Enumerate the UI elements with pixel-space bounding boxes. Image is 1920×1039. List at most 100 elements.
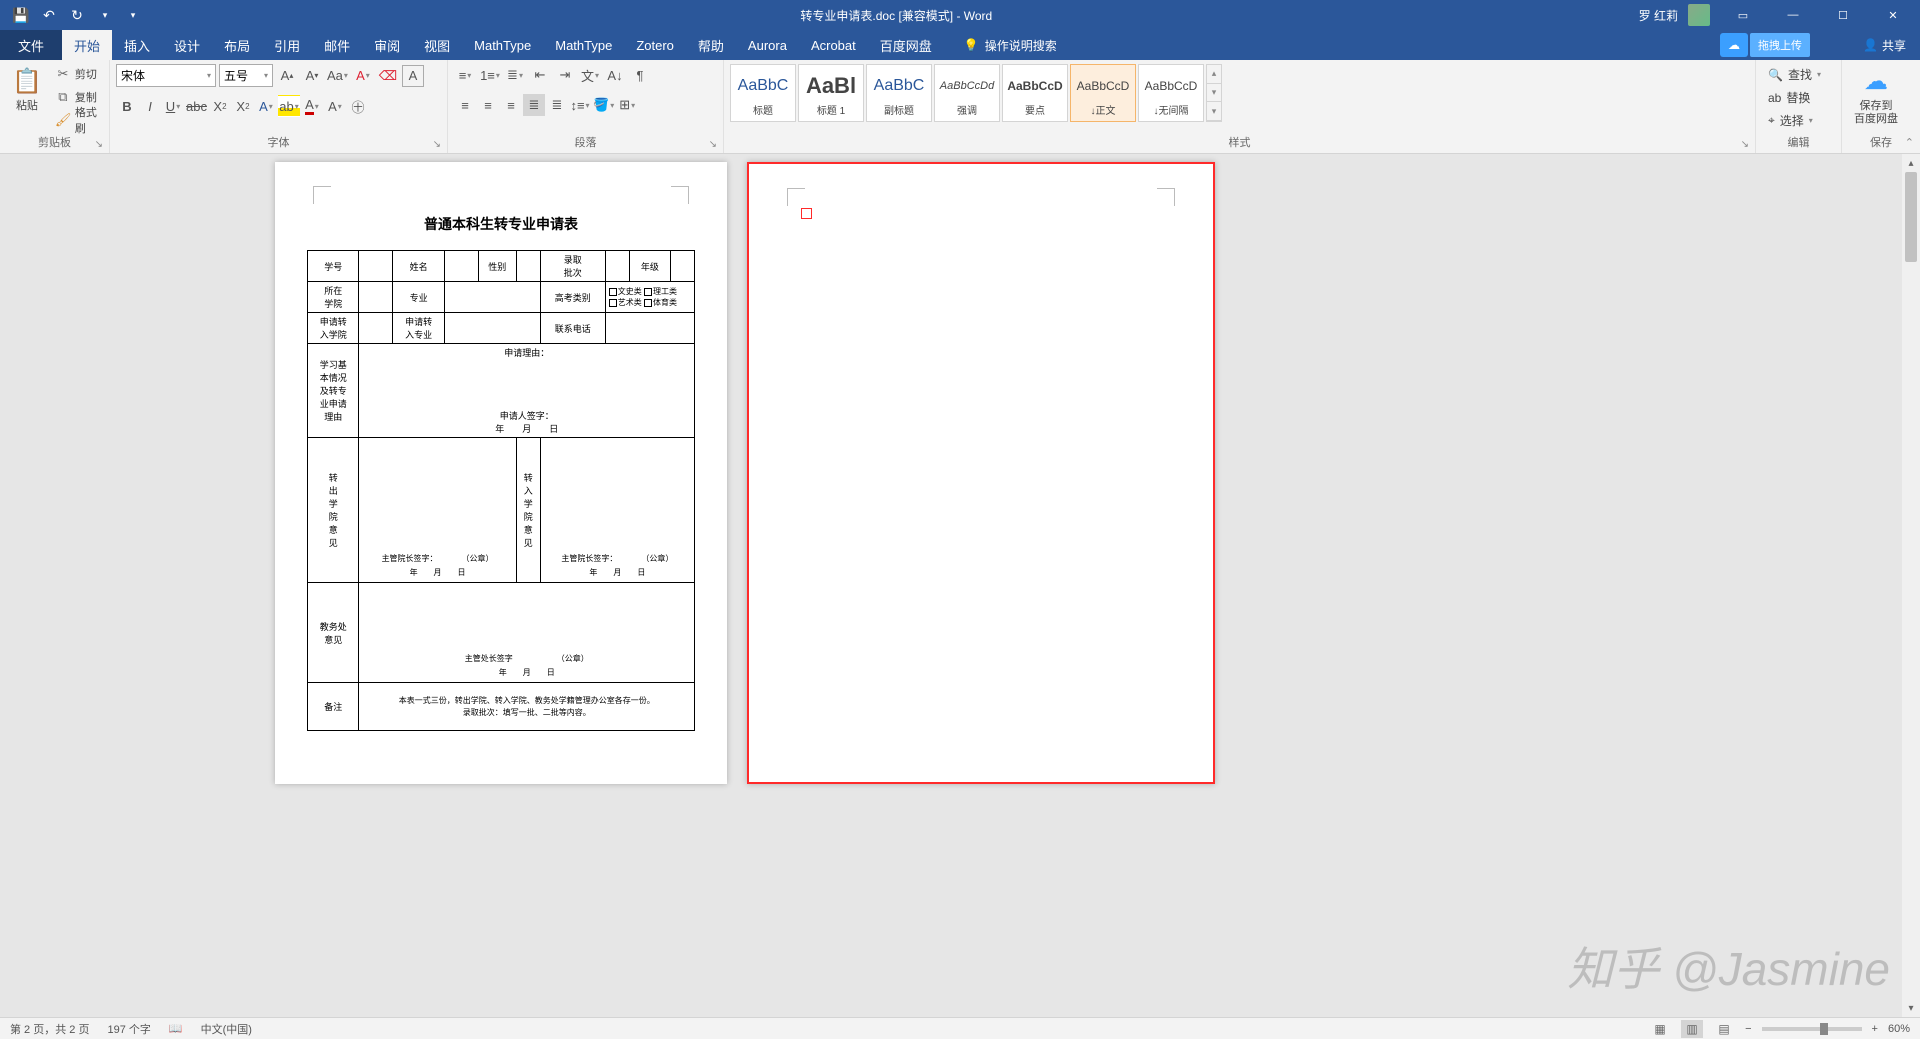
zoom-slider[interactable]	[1762, 1027, 1862, 1031]
tab-baidu[interactable]: 百度网盘	[868, 30, 944, 60]
scroll-up-icon[interactable]: ▴	[1207, 65, 1221, 84]
read-mode-icon[interactable]: ▦	[1649, 1020, 1671, 1038]
char-shading-icon[interactable]: A	[324, 95, 346, 117]
align-left-icon[interactable]: ≡	[454, 94, 476, 116]
close-icon[interactable]: ✕	[1870, 0, 1916, 30]
change-case-icon[interactable]: Aa	[326, 65, 349, 87]
text-effects-icon[interactable]: A	[255, 95, 277, 117]
style-tile-h1[interactable]: AaBl标题 1	[798, 64, 864, 122]
scroll-up-icon[interactable]: ▴	[1902, 154, 1920, 172]
user-name[interactable]: 罗 红莉	[1639, 7, 1678, 24]
multilevel-icon[interactable]: ≣	[504, 64, 526, 86]
redo-icon[interactable]: ↻	[64, 2, 90, 28]
word-count[interactable]: 197 个字	[107, 1021, 150, 1037]
style-tile-title[interactable]: AaBbC标题	[730, 64, 796, 122]
ribbon-display-icon[interactable]: ▭	[1720, 0, 1766, 30]
font-size-select[interactable]: 五号▾	[219, 64, 273, 87]
style-tile-strong[interactable]: AaBbCcD要点	[1002, 64, 1068, 122]
font-name-select[interactable]: 宋体▾	[116, 64, 216, 87]
enclosed-char-icon[interactable]: ㊉	[347, 95, 369, 117]
phonetic-guide-icon[interactable]: A	[352, 65, 374, 87]
styles-launcher-icon[interactable]: ↘	[1741, 139, 1749, 150]
borders-icon[interactable]: ⊞	[616, 94, 638, 116]
scroll-more-icon[interactable]: ▾	[1207, 102, 1221, 121]
shrink-font-icon[interactable]: A▾	[301, 65, 323, 87]
document-canvas[interactable]: 普通本科生转专业申请表 学号 姓名 性别 录取 批次 年级 所在 学院 专业 高…	[0, 154, 1902, 1017]
tab-acrobat[interactable]: Acrobat	[799, 30, 868, 60]
zoom-in-icon[interactable]: +	[1872, 1023, 1878, 1035]
bullets-icon[interactable]: ≡	[454, 64, 476, 86]
indent-dec-icon[interactable]: ⇤	[529, 64, 551, 86]
indent-inc-icon[interactable]: ⇥	[554, 64, 576, 86]
cloud-icon[interactable]: ☁	[1720, 33, 1748, 57]
tab-file[interactable]: 文件	[0, 30, 62, 60]
distribute-icon[interactable]: ≣	[546, 94, 568, 116]
styles-scroll[interactable]: ▴▾▾	[1206, 64, 1222, 122]
tell-me[interactable]: 💡 操作说明搜索	[964, 37, 1057, 54]
collapse-ribbon-icon[interactable]: ⌃	[1905, 136, 1914, 149]
font-launcher-icon[interactable]: ↘	[433, 139, 441, 150]
avatar[interactable]	[1688, 4, 1710, 26]
shading-icon[interactable]: 🪣	[592, 94, 615, 116]
zoom-thumb[interactable]	[1820, 1023, 1828, 1035]
qat-item[interactable]: ▾	[120, 2, 146, 28]
find-button[interactable]: 🔍查找▾	[1768, 64, 1821, 85]
char-border-icon[interactable]: A	[402, 65, 424, 87]
numbering-icon[interactable]: 1≡	[479, 64, 501, 86]
scroll-track[interactable]	[1902, 172, 1920, 999]
asian-layout-icon[interactable]: 文	[579, 64, 601, 86]
tab-mathtype2[interactable]: MathType	[543, 30, 624, 60]
minimize-icon[interactable]: —	[1770, 0, 1816, 30]
select-button[interactable]: ⌖选择▾	[1768, 110, 1821, 131]
tab-insert[interactable]: 插入	[112, 30, 162, 60]
scroll-down-icon[interactable]: ▾	[1902, 999, 1920, 1017]
clipboard-launcher-icon[interactable]: ↘	[95, 139, 103, 150]
tab-review[interactable]: 审阅	[362, 30, 412, 60]
para-launcher-icon[interactable]: ↘	[709, 139, 717, 150]
grow-font-icon[interactable]: A▴	[276, 65, 298, 87]
justify-icon[interactable]: ≣	[523, 94, 545, 116]
line-spacing-icon[interactable]: ↕≡	[569, 94, 591, 116]
tab-view[interactable]: 视图	[412, 30, 462, 60]
strike-icon[interactable]: abc	[185, 95, 208, 117]
tab-layout[interactable]: 布局	[212, 30, 262, 60]
superscript-icon[interactable]: X2	[232, 95, 254, 117]
tab-references[interactable]: 引用	[262, 30, 312, 60]
replace-button[interactable]: ab替换	[1768, 87, 1821, 108]
tab-help[interactable]: 帮助	[686, 30, 736, 60]
scroll-thumb[interactable]	[1905, 172, 1917, 262]
zoom-out-icon[interactable]: −	[1745, 1023, 1751, 1035]
italic-icon[interactable]: I	[139, 95, 161, 117]
tab-design[interactable]: 设计	[162, 30, 212, 60]
scroll-down-icon[interactable]: ▾	[1207, 84, 1221, 103]
tab-aurora[interactable]: Aurora	[736, 30, 799, 60]
paste-button[interactable]: 📋 粘贴	[6, 64, 48, 115]
highlight-icon[interactable]: ab	[278, 95, 300, 117]
font-color-icon[interactable]: A	[301, 95, 323, 117]
sort-icon[interactable]: A↓	[604, 64, 626, 86]
language-indicator[interactable]: 中文(中国)	[201, 1021, 252, 1037]
clear-format-icon[interactable]: ⌫	[377, 65, 399, 87]
align-center-icon[interactable]: ≡	[477, 94, 499, 116]
subscript-icon[interactable]: X2	[209, 95, 231, 117]
style-tile-normal[interactable]: AaBbCcD↓正文	[1070, 64, 1136, 122]
show-marks-icon[interactable]: ¶	[629, 64, 651, 86]
tab-home[interactable]: 开始	[62, 30, 112, 60]
tab-mathtype1[interactable]: MathType	[462, 30, 543, 60]
save-icon[interactable]: 💾	[8, 2, 34, 28]
share-button[interactable]: 👤 共享	[1849, 37, 1920, 54]
vertical-scrollbar[interactable]: ▴ ▾	[1902, 154, 1920, 1017]
style-tile-subtitle[interactable]: AaBbC副标题	[866, 64, 932, 122]
save-baidu-button[interactable]: ☁ 保存到 百度网盘	[1848, 64, 1904, 128]
format-painter-button[interactable]: 🖌格式刷	[52, 110, 103, 130]
underline-icon[interactable]: U	[162, 95, 184, 117]
tab-zotero[interactable]: Zotero	[624, 30, 686, 60]
zoom-level[interactable]: 60%	[1888, 1023, 1910, 1035]
style-tile-emphasis[interactable]: AaBbCcDd强调	[934, 64, 1000, 122]
cloud-upload-button[interactable]: 拖拽上传	[1750, 33, 1810, 57]
style-tile-nospacing[interactable]: AaBbCcD↓无间隔	[1138, 64, 1204, 122]
maximize-icon[interactable]: ☐	[1820, 0, 1866, 30]
web-layout-icon[interactable]: ▤	[1713, 1020, 1735, 1038]
print-layout-icon[interactable]: ▥	[1681, 1020, 1703, 1038]
align-right-icon[interactable]: ≡	[500, 94, 522, 116]
